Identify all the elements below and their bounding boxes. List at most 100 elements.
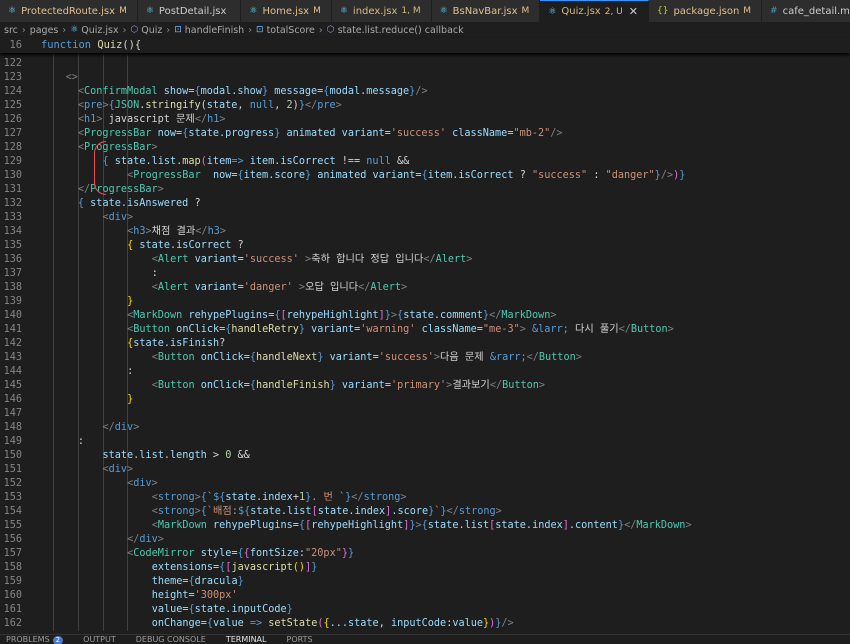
code-token: </ bbox=[351, 492, 364, 503]
tab-home-jsx[interactable]: ⚛ Home.jsx M bbox=[241, 0, 332, 22]
json-file-icon: {} bbox=[656, 6, 669, 16]
code-token: </ bbox=[489, 310, 502, 321]
code-text: extensions={[javascript()]} bbox=[22, 561, 318, 575]
code-token: animated bbox=[280, 128, 336, 139]
code-token: </ bbox=[102, 422, 115, 433]
tab-cafe-detail-module-css[interactable]: # cafe_detail.module.css bbox=[762, 0, 850, 22]
tab-quiz-jsx[interactable]: ⚛ Quiz.jsx 2, U ✕ bbox=[540, 0, 649, 22]
code-line: 131 </ProgressBar> bbox=[0, 183, 850, 197]
code-token: strong bbox=[363, 492, 401, 503]
breadcrumb-label: state.list.reduce() callback bbox=[337, 24, 464, 36]
code-text: : bbox=[22, 267, 158, 281]
line-number: 136 bbox=[3, 254, 22, 265]
code-token: ${ bbox=[237, 506, 251, 517]
code-token: onClick bbox=[194, 380, 244, 391]
code-token: div bbox=[139, 534, 158, 545]
breadcrumb-item[interactable]: ⊡ handleFinish › bbox=[174, 25, 256, 36]
tab-label: Home.jsx bbox=[262, 5, 310, 17]
code-token: dracula bbox=[194, 576, 238, 587]
code-token: stringify bbox=[145, 100, 201, 111]
tab-status: 1, M bbox=[401, 6, 421, 16]
sticky-scroll-line[interactable]: 16 function Quiz(){ bbox=[0, 38, 850, 53]
code-token: 채점 결과 bbox=[151, 226, 196, 237]
breadcrumb: src › pages › ⚛ Quiz.jsx › ⬡ Quiz › ⊡ handleFinish ›… bbox=[0, 22, 850, 38]
code-token: } bbox=[286, 604, 293, 615]
code-token: > bbox=[127, 464, 134, 475]
code-token: "success" bbox=[531, 170, 588, 181]
code-token: value bbox=[151, 604, 183, 615]
code-editor[interactable]: 122 123 <> 124 <ConfirmModal show={modal.sho… bbox=[0, 53, 850, 634]
code-token: state.progress bbox=[188, 128, 275, 139]
code-token: fontSize bbox=[249, 548, 299, 559]
panel-tab-debug-console[interactable]: DEBUG CONSOLE bbox=[136, 635, 206, 644]
code-token: Button bbox=[630, 324, 668, 335]
react-file-icon: ⚛ bbox=[70, 25, 79, 35]
line-number: 125 bbox=[3, 100, 22, 111]
tab-status: M bbox=[743, 6, 752, 16]
code-text: <div> bbox=[22, 463, 134, 477]
line-number: 159 bbox=[3, 576, 22, 587]
code-text: } bbox=[22, 393, 133, 407]
code-token: item bbox=[206, 156, 232, 167]
breadcrumb-item[interactable]: ⬡ Quiz › bbox=[130, 25, 174, 36]
code-text: <Button onClick={handleNext} variant='su… bbox=[22, 351, 582, 365]
close-icon[interactable]: ✕ bbox=[629, 5, 638, 18]
line-number: 155 bbox=[3, 520, 22, 531]
code-token: : bbox=[151, 268, 158, 279]
react-file-icon: ⚛ bbox=[439, 6, 448, 16]
panel-tab-problems[interactable]: PROBLEMS 2 bbox=[6, 635, 64, 644]
line-number: 16 bbox=[9, 39, 22, 51]
code-token: > bbox=[401, 282, 408, 293]
breadcrumb-item[interactable]: pages › bbox=[30, 25, 71, 36]
code-token: } bbox=[311, 562, 318, 573]
panel-tab-terminal[interactable]: TERMINAL bbox=[226, 635, 267, 644]
tab-bsnavbar-jsx[interactable]: ⚛ BsNavBar.jsx M bbox=[431, 0, 541, 22]
code-token: function bbox=[41, 39, 98, 51]
code-line: 123 <> bbox=[0, 71, 850, 85]
line-number: 122 bbox=[3, 58, 22, 69]
code-token: className bbox=[415, 324, 477, 335]
tab-index-jsx[interactable]: ⚛ index.jsx 1, M bbox=[331, 0, 432, 22]
code-token: 다음 문제 bbox=[440, 352, 490, 363]
code-text: <CodeMirror style={{fontSize:"20px"}} bbox=[22, 547, 354, 561]
code-token: onClick bbox=[170, 324, 220, 335]
breadcrumb-item[interactable]: ⚛ Quiz.jsx › bbox=[70, 25, 130, 36]
code-token: .score bbox=[391, 506, 429, 517]
breadcrumb-item[interactable]: ⬡ state.list.reduce() callback bbox=[327, 25, 464, 36]
code-token: MarkDown bbox=[501, 310, 551, 321]
code-token: ? bbox=[513, 170, 532, 181]
tab-postdetail-jsx[interactable]: ⚛ PostDetail.jsx bbox=[137, 0, 242, 22]
panel-tab-ports[interactable]: PORTS bbox=[287, 635, 313, 644]
code-text: <Alert variant='success' >축하 합니다 정답 입니다<… bbox=[22, 253, 473, 267]
code-token: MarkDown bbox=[157, 520, 207, 531]
breadcrumb-label: src bbox=[4, 24, 18, 36]
panel-tab-output[interactable]: OUTPUT bbox=[83, 635, 116, 644]
breadcrumb-item[interactable]: src › bbox=[4, 25, 30, 36]
tab-protectedroute-jsx[interactable]: ⚛ ProtectedRoute.jsx M bbox=[0, 0, 138, 22]
breadcrumb-item[interactable]: ⊡ totalScore › bbox=[256, 25, 327, 36]
react-file-icon: ⚛ bbox=[249, 6, 258, 16]
code-line: 162 onChange={value => setState({...state… bbox=[0, 617, 850, 631]
code-text: { state.isAnswered ? bbox=[22, 197, 201, 211]
code-token: map bbox=[182, 156, 201, 167]
code-token: .content bbox=[568, 520, 618, 531]
line-number: 145 bbox=[3, 380, 22, 391]
line-number: 143 bbox=[3, 352, 22, 363]
code-line: 143 <Button onClick={handleNext} variant=… bbox=[0, 351, 850, 365]
panel-tab-label: PORTS bbox=[286, 635, 313, 644]
code-text: <Button onClick={handleFinish} variant='… bbox=[22, 379, 545, 393]
line-number: 157 bbox=[3, 548, 22, 559]
code-token: variant bbox=[305, 324, 355, 335]
code-token: javascript 문제 bbox=[102, 114, 195, 125]
code-token: , bbox=[378, 618, 391, 629]
tab-label: index.jsx bbox=[352, 5, 398, 17]
code-line: 146} bbox=[0, 393, 850, 407]
tab-package-json[interactable]: {} package.json M bbox=[648, 0, 763, 22]
code-line: 145 <Button onClick={handleFinish} varian… bbox=[0, 379, 850, 393]
symbol-variable-icon: ⊡ bbox=[256, 25, 264, 35]
editor-tab-bar: ⚛ ProtectedRoute.jsx M ⚛ PostDetail.jsx ⚛ Home… bbox=[0, 0, 850, 22]
code-token: handleNext bbox=[256, 352, 318, 363]
code-token: </ bbox=[77, 184, 91, 195]
code-text: <div> bbox=[22, 211, 134, 225]
code-line: 122 bbox=[0, 57, 850, 71]
